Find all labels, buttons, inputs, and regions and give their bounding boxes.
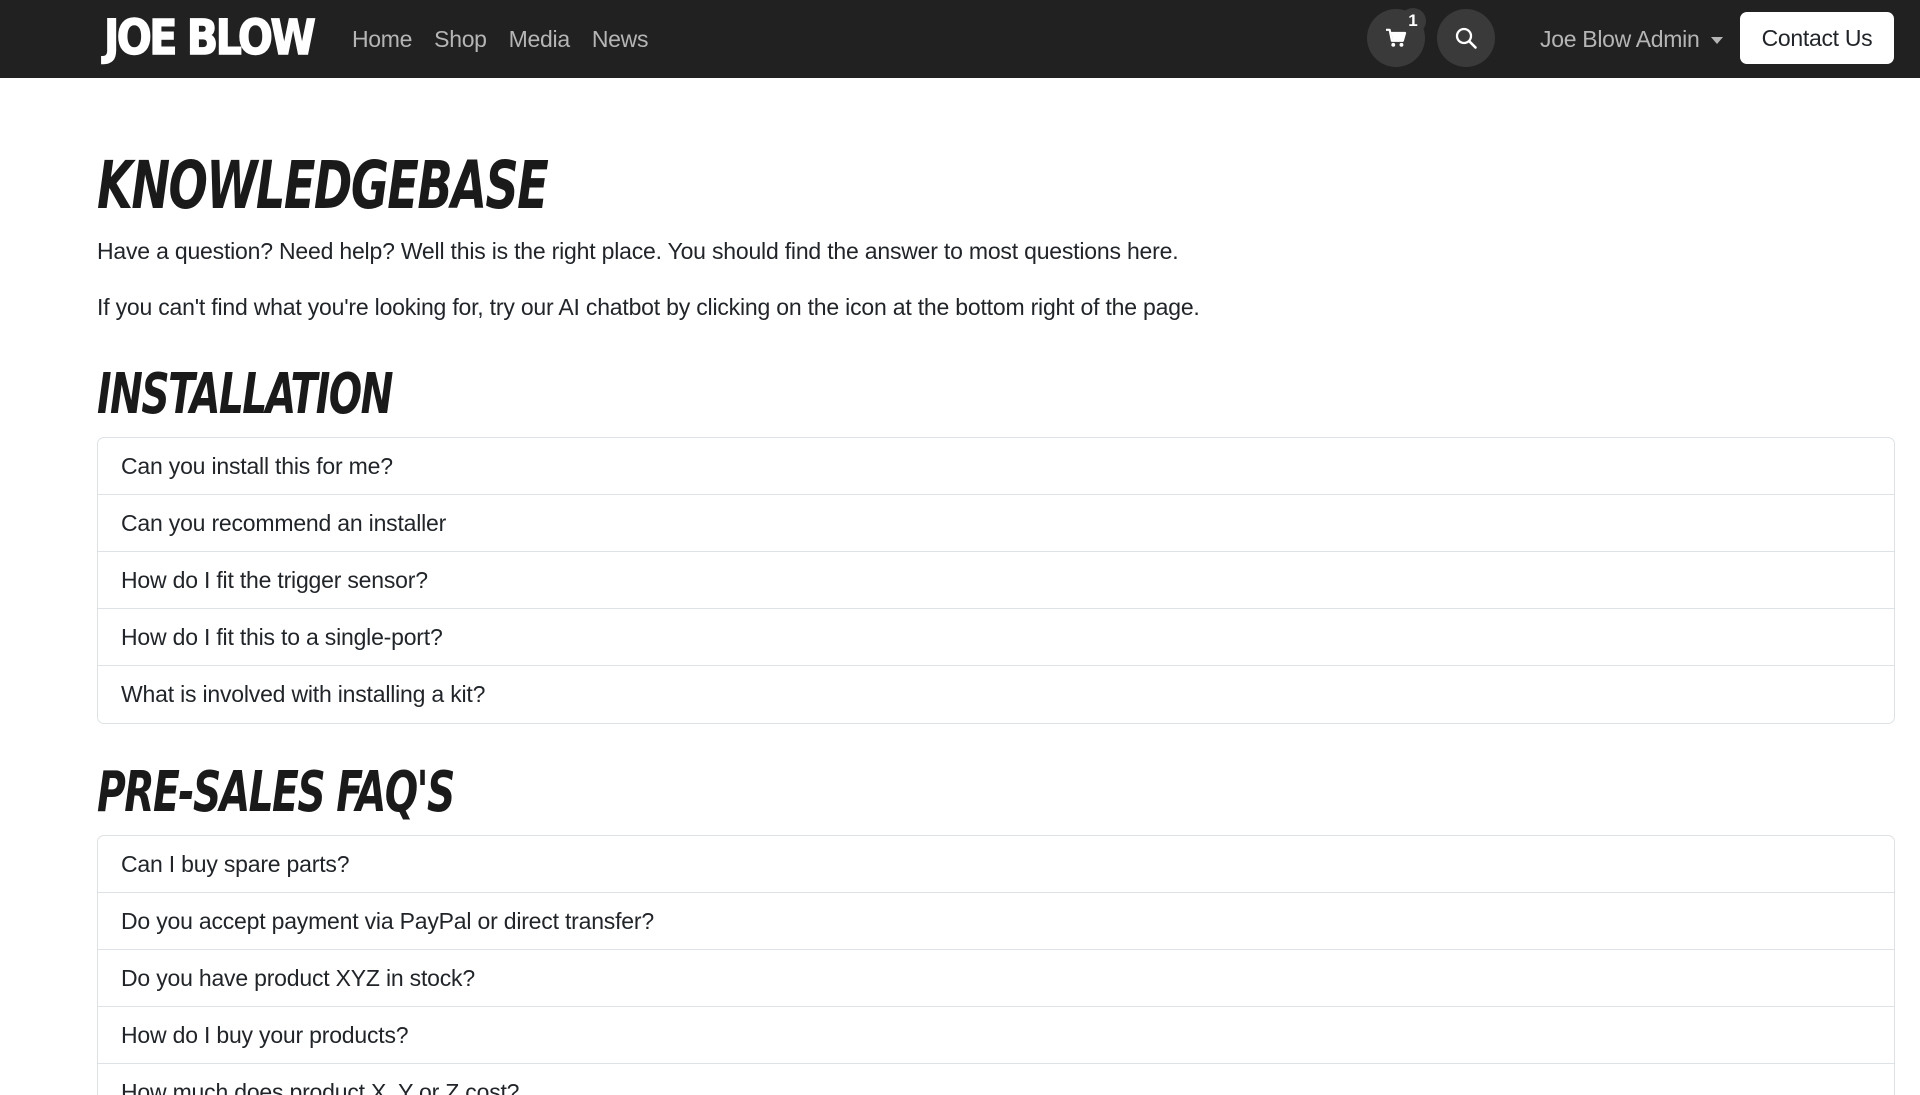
cart-count-badge: 1 [1400,8,1426,34]
faq-item[interactable]: What is involved with installing a kit? [98,666,1894,723]
faq-item[interactable]: How do I fit the trigger sensor? [98,552,1894,609]
installation-faq-accordion: Can you install this for me? Can you rec… [97,437,1895,724]
faq-item[interactable]: Can I buy spare parts? [98,836,1894,893]
nav-link-news[interactable]: News [592,26,649,53]
faq-item[interactable]: Can you recommend an installer [98,495,1894,552]
search-button[interactable] [1437,9,1495,67]
page-title: Knowledgebase [97,147,549,224]
caret-down-icon [1711,36,1724,44]
cart-button[interactable]: 1 [1367,8,1426,67]
nav-link-shop[interactable]: Shop [434,26,487,53]
main-nav: Home Shop Media News [352,0,670,78]
section-heading-presales: Pre-Sales FAQ's [97,760,455,825]
chatbot-hint-text: If you can't find what you're looking fo… [97,294,1200,320]
nav-link-home[interactable]: Home [352,26,412,53]
intro-text: Have a question? Need help? Well this is… [97,238,1179,264]
section-heading-installation: Installation [97,362,393,427]
top-navbar: JOE BLOW Home Shop Media News 1 Joe Blow… [0,0,1920,78]
search-icon [1455,27,1477,49]
user-name-label: Joe Blow Admin [1540,25,1700,52]
faq-item[interactable]: Do you have product XYZ in stock? [98,950,1894,1007]
faq-item[interactable]: How do I buy your products? [98,1007,1894,1064]
shopping-cart-icon [1386,28,1407,47]
nav-link-media[interactable]: Media [509,26,570,53]
faq-item[interactable]: How do I fit this to a single-port? [98,609,1894,666]
brand-logo[interactable]: JOE BLOW [103,9,316,66]
user-menu-dropdown[interactable]: Joe Blow Admin [1540,0,1724,78]
presales-faq-accordion: Can I buy spare parts? Do you accept pay… [97,835,1895,1095]
faq-item[interactable]: Do you accept payment via PayPal or dire… [98,893,1894,950]
faq-item[interactable]: Can you install this for me? [98,438,1894,495]
faq-item[interactable]: How much does product X, Y or Z cost? [98,1064,1894,1095]
contact-us-button[interactable]: Contact Us [1740,12,1894,64]
